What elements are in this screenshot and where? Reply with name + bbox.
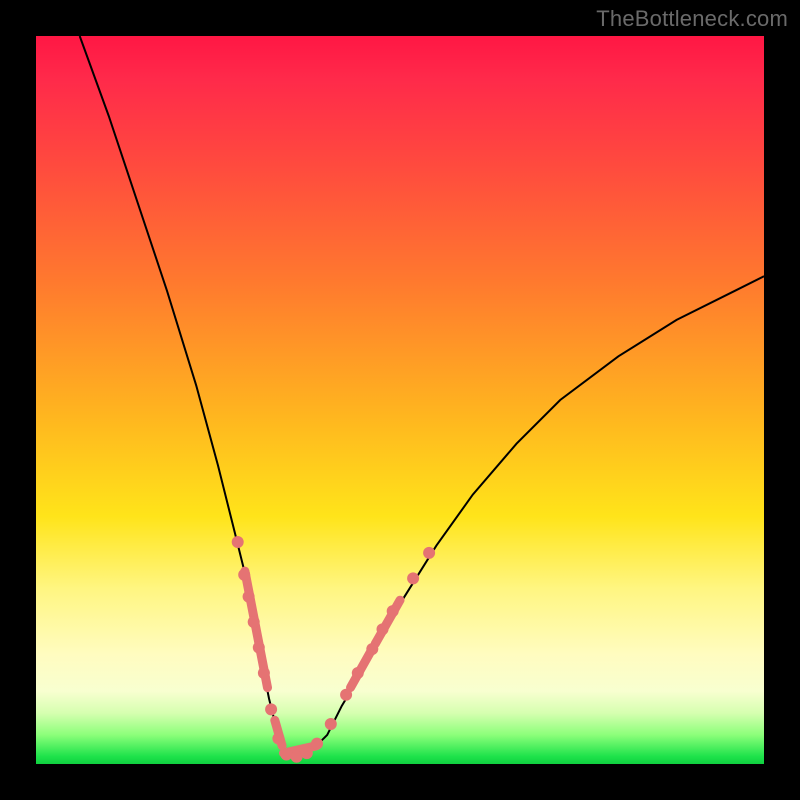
marker-dot	[243, 591, 255, 603]
curve-layer	[36, 36, 764, 764]
marker-dot	[248, 616, 260, 628]
marker-dot	[423, 547, 435, 559]
marker-dot	[340, 689, 352, 701]
figure-frame: TheBottleneck.com	[0, 0, 800, 800]
watermark-text: TheBottleneck.com	[596, 6, 788, 32]
marker-dot	[311, 738, 323, 750]
marker-dot	[232, 536, 244, 548]
marker-dot	[238, 569, 250, 581]
marker-dot	[291, 751, 303, 763]
marker-dot	[325, 718, 337, 730]
marker-dot	[377, 623, 389, 635]
marker-dots	[232, 536, 435, 763]
marker-dot	[387, 605, 399, 617]
plot-area	[36, 36, 764, 764]
marker-dot	[258, 667, 270, 679]
marker-dot	[280, 749, 292, 761]
bottleneck-curve	[80, 36, 764, 757]
marker-dot	[272, 733, 284, 745]
marker-dot	[366, 643, 378, 655]
marker-dot	[352, 667, 364, 679]
marker-dot	[301, 747, 313, 759]
marker-dot	[265, 703, 277, 715]
marker-dot	[253, 642, 265, 654]
bead-segments	[245, 571, 400, 753]
marker-dot	[407, 572, 419, 584]
